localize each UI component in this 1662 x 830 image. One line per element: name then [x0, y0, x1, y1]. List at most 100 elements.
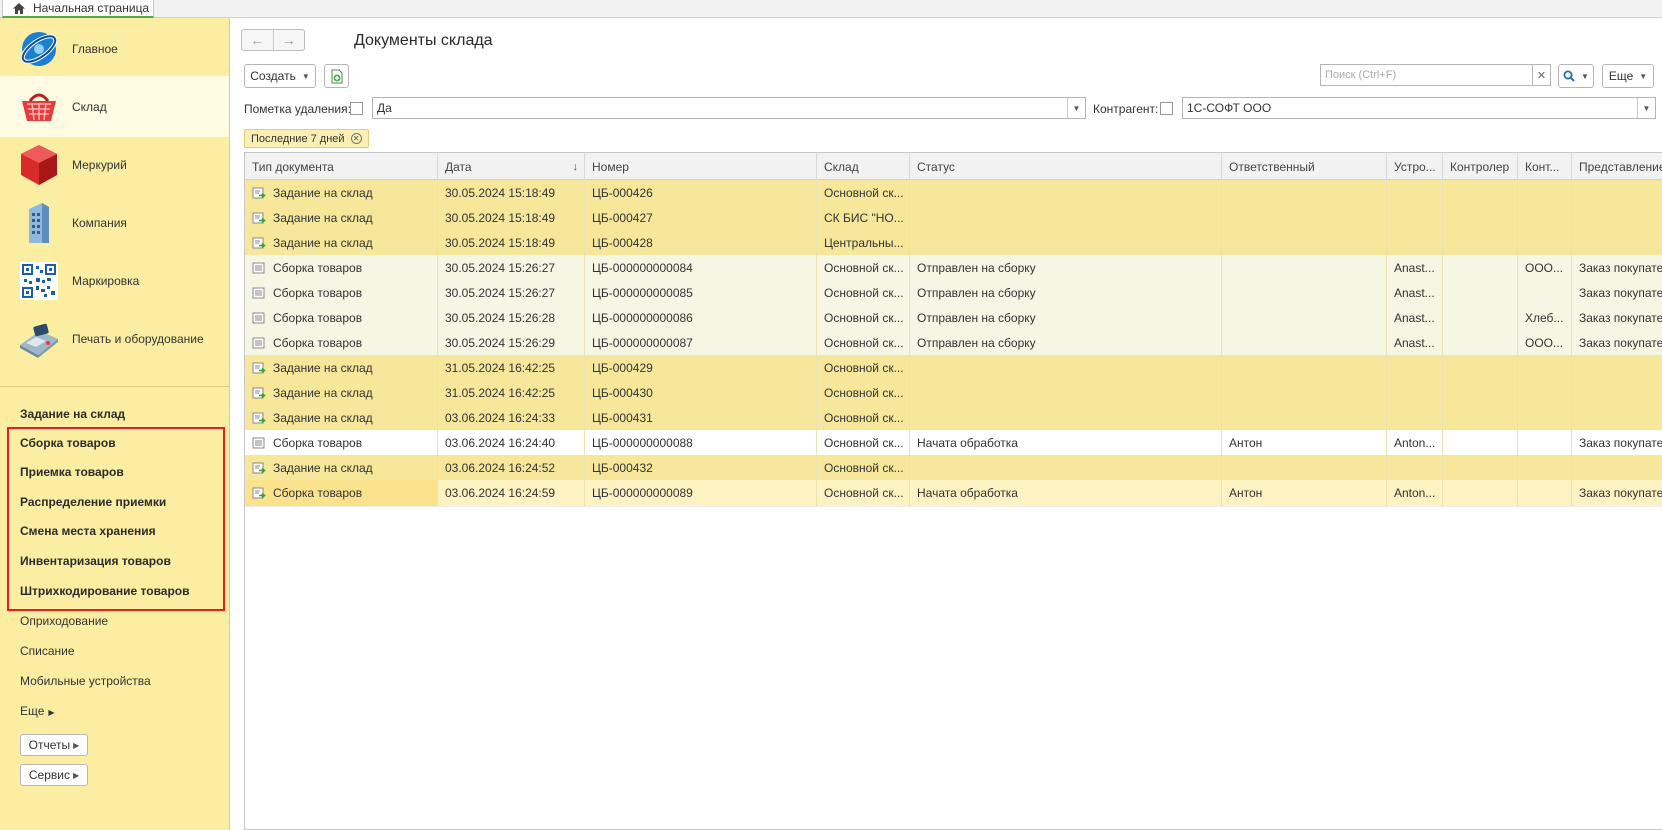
contractor-filter-checkbox[interactable]	[1160, 102, 1173, 115]
cell-warehouse: Основной ск...	[817, 180, 910, 206]
cell-number-text: ЦБ-000426	[592, 186, 653, 200]
cell-controller	[1443, 480, 1518, 506]
red-cube-icon	[18, 143, 60, 187]
forward-arrow-icon[interactable]: →	[274, 30, 305, 50]
search-button[interactable]: ▼	[1558, 64, 1594, 88]
cell-number-text: ЦБ-000000000089	[592, 486, 693, 500]
cell-type-text: Задание на склад	[273, 211, 373, 225]
tab-home-label: Начальная страница	[33, 1, 150, 15]
cell-date: 03.06.2024 16:24:33	[438, 405, 585, 431]
cell-representation: Заказ покупате	[1572, 430, 1662, 456]
contractor-filter-select[interactable]: 1С-СОФТ ООО ▼	[1182, 97, 1656, 119]
section-warehouse[interactable]: Склад	[0, 76, 229, 137]
reports-button[interactable]: Отчеты ▶	[20, 734, 88, 756]
table-row[interactable]: Сборка товаров 30.05.2024 15:26:27 ЦБ-0000…	[245, 280, 1662, 307]
section-marking[interactable]: Маркировка	[0, 250, 229, 311]
deletion-filter-select[interactable]: Да ▼	[372, 97, 1086, 119]
cell-contractor: Хлеб...	[1518, 305, 1572, 331]
section-main[interactable]: Главное	[0, 18, 229, 79]
column-header-warehouse[interactable]: Склад	[817, 153, 910, 180]
tab-home[interactable]: Начальная страница	[2, 0, 154, 18]
clear-icon[interactable]: ✕	[1533, 64, 1551, 86]
table-row[interactable]: Сборка товаров 30.05.2024 15:26:27 ЦБ-0000…	[245, 255, 1662, 282]
column-header-date[interactable]: Дата ↓	[438, 153, 585, 180]
table-row[interactable]: Сборка товаров 30.05.2024 15:26:29 ЦБ-0000…	[245, 330, 1662, 357]
column-header-type[interactable]: Тип документа	[245, 153, 438, 180]
cell-warehouse: Основной ск...	[817, 405, 910, 431]
cell-status-text: Отправлен на сборку	[917, 336, 1036, 350]
column-header-device[interactable]: Устро...	[1387, 153, 1443, 180]
table-row[interactable]: Сборка товаров 03.06.2024 16:24:40 ЦБ-0000…	[245, 430, 1662, 457]
table-row[interactable]: Задание на склад 31.05.2024 16:42:25 ЦБ-00…	[245, 355, 1662, 382]
chevron-down-icon[interactable]: ▼	[1067, 98, 1085, 118]
column-header-contractor[interactable]: Конт...	[1518, 153, 1572, 180]
cell-controller	[1443, 230, 1518, 256]
cell-device-text: Anast...	[1394, 311, 1435, 325]
cell-number: ЦБ-000430	[585, 380, 817, 406]
section-mercury[interactable]: Меркурий	[0, 134, 229, 195]
service-button[interactable]: Сервис ▶	[20, 764, 88, 786]
section-marking-label: Маркировка	[72, 273, 140, 288]
more-actions-button[interactable]: Еще ▼	[1602, 64, 1654, 88]
cell-type-text: Сборка товаров	[273, 436, 363, 450]
cell-number: ЦБ-000000000086	[585, 305, 817, 331]
cell-type: Сборка товаров	[245, 255, 438, 281]
create-based-on-button[interactable]	[324, 64, 349, 88]
nav-item-posting[interactable]: Оприходование	[20, 614, 108, 628]
section-print-equipment[interactable]: Печать и оборудование	[0, 308, 229, 369]
column-header-representation[interactable]: Представление	[1572, 153, 1662, 180]
cell-number: ЦБ-000426	[585, 180, 817, 206]
cell-type: Сборка товаров	[245, 480, 438, 506]
cell-device	[1387, 455, 1443, 481]
column-header-status[interactable]: Статус	[910, 153, 1222, 180]
table-row[interactable]: Задание на склад 30.05.2024 15:18:49 ЦБ-00…	[245, 230, 1662, 257]
nav-item-write-off[interactable]: Списание	[20, 644, 75, 658]
cell-controller	[1443, 330, 1518, 356]
nav-item-warehouse-task[interactable]: Задание на склад	[20, 407, 125, 421]
cell-contractor-text: ООО...	[1525, 261, 1564, 275]
chevron-down-icon[interactable]: ▼	[1637, 98, 1655, 118]
cell-representation-text: Заказ покупате	[1579, 486, 1662, 500]
cell-contractor	[1518, 205, 1572, 231]
sidebar-divider	[0, 386, 229, 387]
column-header-responsible[interactable]: Ответственный	[1222, 153, 1387, 180]
table-row[interactable]: Сборка товаров 03.06.2024 16:24:59 ЦБ-0000…	[245, 480, 1662, 507]
cell-status	[910, 230, 1222, 256]
period-filter-chip[interactable]: Последние 7 дней ✕	[244, 129, 369, 148]
nav-item-mobile-devices[interactable]: Мобильные устройства	[20, 674, 151, 688]
column-header-controller[interactable]: Контролер	[1443, 153, 1518, 180]
nav-more-label: Еще	[20, 704, 45, 718]
table-row[interactable]: Задание на склад 30.05.2024 15:18:49 ЦБ-00…	[245, 205, 1662, 232]
cell-device	[1387, 205, 1443, 231]
close-icon[interactable]: ✕	[350, 133, 362, 144]
cell-responsible: Антон	[1222, 480, 1387, 506]
globe-logo-icon	[18, 27, 60, 71]
chevron-right-icon: ▶	[73, 740, 80, 750]
table-row[interactable]: Задание на склад 03.06.2024 16:24:33 ЦБ-00…	[245, 405, 1662, 432]
cell-device-text: Anast...	[1394, 261, 1435, 275]
nav-item-more[interactable]: Еще ▶	[20, 704, 55, 718]
create-button[interactable]: Создать ▼	[244, 64, 316, 88]
cell-warehouse: Основной ск...	[817, 280, 910, 306]
column-header-number[interactable]: Номер	[585, 153, 817, 180]
cell-contractor-text: ООО...	[1525, 336, 1564, 350]
table-row[interactable]: Сборка товаров 30.05.2024 15:26:28 ЦБ-0000…	[245, 305, 1662, 332]
cell-status	[910, 455, 1222, 481]
table-row[interactable]: Задание на склад 03.06.2024 16:24:52 ЦБ-00…	[245, 455, 1662, 482]
cell-type: Задание на склад	[245, 180, 438, 206]
cell-responsible-text: Антон	[1229, 486, 1263, 500]
cell-warehouse: СК БИС "НО...	[817, 205, 910, 231]
table-row[interactable]: Задание на склад 30.05.2024 15:18:49 ЦБ-00…	[245, 180, 1662, 207]
cell-representation-text: Заказ покупате	[1579, 436, 1662, 450]
section-company[interactable]: Компания	[0, 192, 229, 253]
deletion-filter-checkbox[interactable]	[350, 102, 363, 115]
chevron-down-icon: ▼	[1581, 71, 1589, 81]
search-input[interactable]	[1320, 64, 1533, 86]
cell-warehouse-text: Основной ск...	[824, 261, 904, 275]
back-arrow-icon[interactable]: ←	[242, 30, 274, 50]
section-main-label: Главное	[72, 41, 118, 56]
table-row[interactable]: Задание на склад 31.05.2024 16:42:25 ЦБ-00…	[245, 380, 1662, 407]
document-arrow-icon	[252, 487, 266, 499]
cell-warehouse-text: Основной ск...	[824, 461, 904, 475]
cell-device: Anast...	[1387, 255, 1443, 281]
